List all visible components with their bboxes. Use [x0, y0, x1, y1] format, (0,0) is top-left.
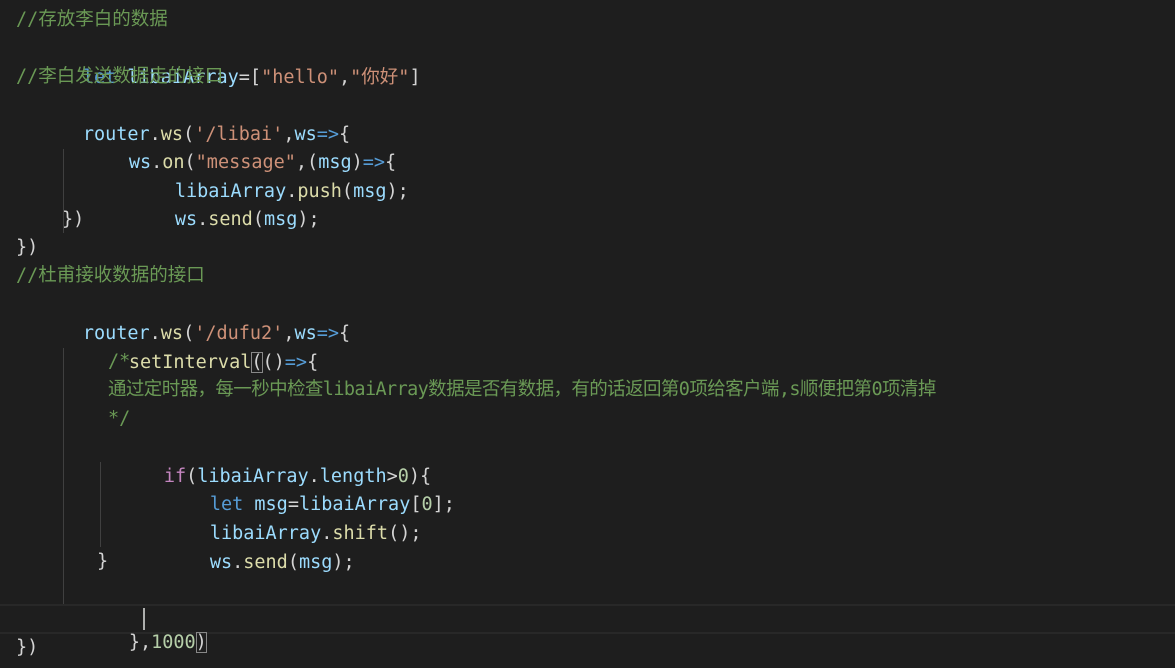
code-text: })	[62, 209, 85, 230]
code-line: /*	[0, 348, 1175, 377]
comment-text: //杜甫接收数据的接口	[16, 265, 205, 286]
code-line: })	[0, 234, 1175, 263]
code-line: //李白发送数据走的接口	[0, 63, 1175, 92]
code-editor[interactable]: }) //存放李白的数据 let libaiArray=["hello","你好…	[0, 0, 1175, 668]
comment-text: //李白发送数据走的接口	[16, 66, 224, 87]
code-line: //杜甫接收数据的接口	[0, 262, 1175, 291]
text-cursor	[143, 608, 145, 630]
code-line: */	[0, 405, 1175, 434]
code-line: //存放李白的数据	[0, 6, 1175, 35]
code-line: })	[0, 206, 1175, 235]
code-line: if(libaiArray.length>0){	[0, 434, 1175, 487]
code-line: ws.on("message",(msg)=>{	[0, 120, 1175, 173]
code-line: })	[0, 634, 1175, 663]
code-line: }	[0, 548, 1175, 577]
code-line: router.ws('/dufu2',ws=>{	[0, 291, 1175, 344]
code-line: router.ws('/libai',ws=>{	[0, 92, 1175, 145]
comment-text: /*	[108, 351, 131, 372]
code-line: ws.send(msg);	[0, 177, 1175, 230]
code-line: let msg=libaiArray[0];	[0, 462, 1175, 515]
comment-text: //存放李白的数据	[16, 9, 168, 30]
code-text: })	[16, 637, 39, 658]
comment-text: 通过定时器，每一秒中检查libaiArray数据是否有数据，有的话返回第0项给客…	[108, 379, 936, 400]
code-text: }	[97, 551, 109, 572]
code-line: libaiArray.shift();	[0, 491, 1175, 544]
code-line: let libaiArray=["hello","你好"]	[0, 35, 1175, 88]
comment-text: */	[108, 408, 131, 429]
current-line: },1000)	[0, 604, 1175, 653]
code-line: ws.send(msg);	[0, 520, 1175, 573]
code-line: setInterval(()=>{	[0, 320, 1175, 373]
code-text: })	[16, 237, 39, 258]
code-line: 通过定时器，每一秒中检查libaiArray数据是否有数据，有的话返回第0项给客…	[0, 376, 1175, 405]
code-line: libaiArray.push(msg);	[0, 149, 1175, 202]
